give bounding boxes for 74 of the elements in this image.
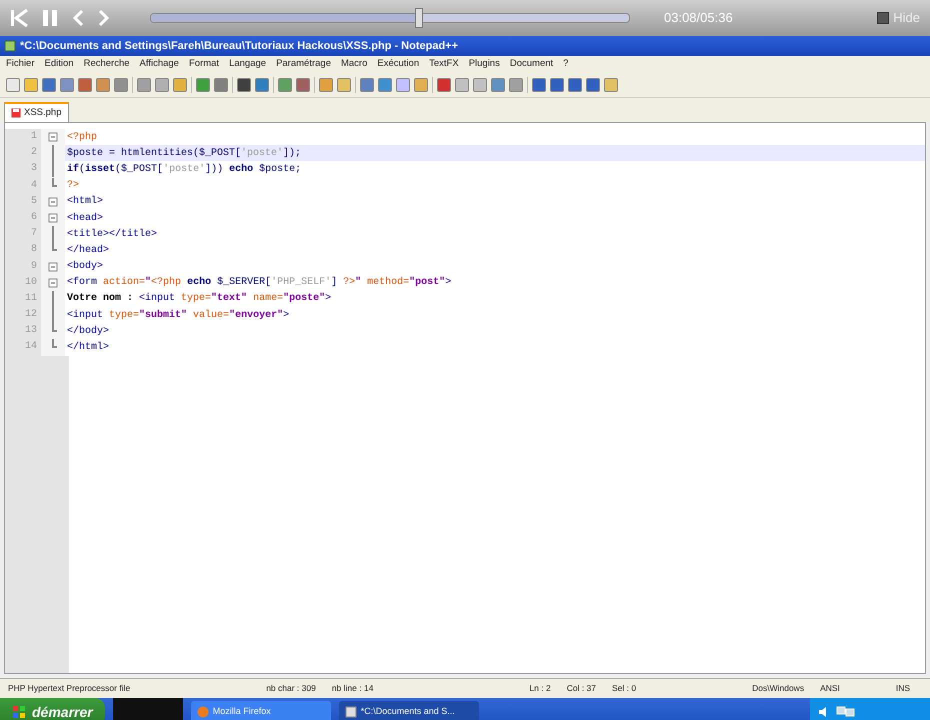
line-number: 3 (5, 161, 41, 178)
notepad-icon (344, 706, 357, 718)
app-icon (4, 40, 16, 52)
code-line: <?php (66, 130, 98, 145)
forward-icon[interactable] (98, 8, 110, 28)
menu-item[interactable]: ? (563, 56, 568, 72)
line-number: 8 (5, 242, 41, 258)
line-number: 14 (5, 339, 41, 356)
menu-item[interactable]: Plugins (468, 56, 500, 72)
line-number: 6 (5, 210, 41, 226)
code-line: <html> (66, 194, 104, 210)
taskbar-button[interactable]: Mozilla Firefox (190, 701, 331, 720)
start-button[interactable]: démarrer (0, 698, 105, 720)
line-number: 12 (5, 307, 41, 324)
code-line: </body> (66, 324, 110, 339)
fold-icon[interactable] (48, 278, 58, 288)
status-text: nb line : 14 (330, 682, 374, 695)
code-line: <input type="submit" value="envoyer"> (66, 308, 290, 323)
back-icon[interactable] (72, 8, 84, 28)
status-text: PHP Hypertext Preprocessor file (7, 682, 132, 695)
fold-icon[interactable] (48, 132, 58, 142)
code-line: if(isset($_POST['poste'])) echo $poste; (66, 162, 302, 177)
code-line: <head> (66, 212, 104, 226)
menu-item[interactable]: Fichier (6, 56, 35, 72)
file-tab[interactable]: XSS.php (4, 102, 68, 122)
code-line: Votre nom : <input type="text" name="poste"> (66, 292, 332, 306)
line-number: 1 (5, 129, 41, 146)
menu-item[interactable]: Affichage (140, 56, 179, 72)
fold-icon[interactable] (48, 196, 58, 207)
status-text: nb char : 309 (265, 682, 317, 695)
menu-item[interactable]: Edition (44, 56, 74, 72)
menu-item[interactable]: Macro (340, 56, 368, 72)
time-display: 03:08/05:36 (664, 9, 733, 28)
network-icon (836, 706, 856, 718)
line-number: 2 (5, 145, 41, 162)
code-line: <form action="<?php echo $_SERVER['PHP_SELF'] ?>" method="post"> (66, 276, 452, 290)
line-number: 4 (5, 178, 41, 194)
status-text: Ln : 2 (528, 682, 552, 695)
menu-item[interactable]: Format (188, 56, 220, 72)
menu-item[interactable]: Document (510, 56, 554, 72)
taskbar-button[interactable]: *C:\Documents and S... (338, 701, 479, 720)
line-number: 10 (5, 274, 41, 291)
code-line: $poste = htmlentities($_POST['poste']); (66, 146, 302, 161)
code-line: </html> (66, 340, 110, 356)
status-text: Sel : 0 (611, 682, 638, 695)
code-line: <title></title> (66, 228, 158, 242)
hide-checkbox[interactable] (877, 12, 890, 24)
hide-label: Hide (893, 9, 920, 28)
menu-item[interactable]: Recherche (84, 56, 130, 72)
globe-icon (196, 706, 209, 718)
line-number: 9 (5, 258, 41, 275)
fold-icon[interactable] (48, 213, 58, 224)
fold-icon[interactable] (48, 262, 58, 272)
skip-back-icon[interactable] (10, 8, 28, 28)
status-text: INS (894, 682, 912, 695)
line-number: 13 (5, 323, 41, 340)
status-text: ANSI (819, 682, 841, 695)
menu-item[interactable]: Paramétrage (276, 56, 331, 72)
status-text: Col : 37 (566, 682, 597, 695)
code-line: </head> (66, 244, 110, 258)
status-text: Dos\Windows (751, 682, 806, 695)
window-title: *C:\Documents and Settings\Fareh\Bureau\Tutoriaux Hackous\XSS.php - Notepad++ (20, 38, 458, 54)
seek-slider[interactable] (150, 7, 630, 29)
line-number: 11 (5, 290, 41, 308)
line-number: 7 (5, 226, 41, 242)
menu-item[interactable]: TextFX (429, 56, 459, 72)
menu-item[interactable]: Langage (229, 56, 266, 72)
line-number: 5 (5, 194, 41, 210)
code-line: ?> (66, 179, 80, 194)
quick-launch-bar (112, 698, 183, 720)
windows-flag-icon (12, 705, 26, 719)
pause-icon[interactable] (42, 8, 58, 28)
code-line: <body> (66, 260, 104, 274)
menu-item[interactable]: Exécution (377, 56, 420, 72)
